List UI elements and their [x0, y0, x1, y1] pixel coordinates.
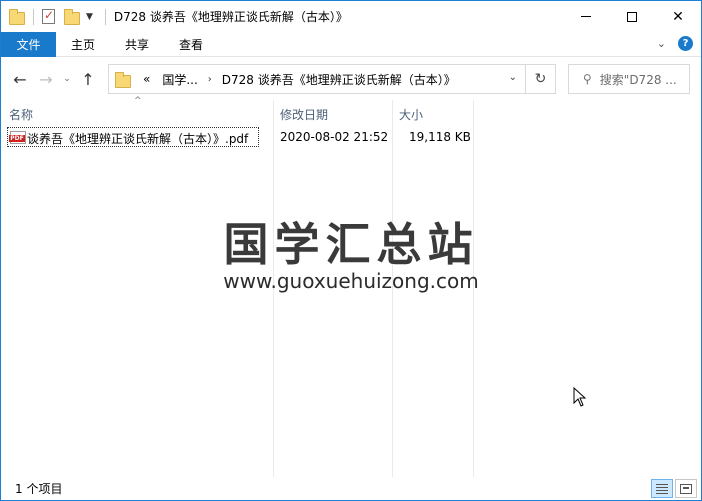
view-switcher	[651, 479, 697, 498]
forward-button[interactable]: →	[33, 64, 59, 94]
mouse-cursor-icon	[573, 387, 587, 407]
forward-arrow-icon: →	[39, 69, 53, 89]
window-controls: ✕	[563, 1, 701, 32]
toolbar-divider	[104, 8, 106, 25]
properties-icon[interactable]	[42, 8, 58, 25]
column-header-name[interactable]: 名称	[9, 106, 33, 123]
file-name[interactable]: 谈养吾《地理辨正谈氏新解（古本）》.pdf	[27, 130, 248, 147]
watermark-chinese: 国学汇总站	[223, 218, 479, 271]
large-icons-view-button[interactable]	[675, 479, 697, 498]
item-count: 1 个项目	[15, 482, 63, 496]
recent-locations-button[interactable]: ⌄	[59, 64, 75, 94]
details-view-icon	[656, 483, 668, 494]
search-icon: ⚲	[583, 72, 592, 86]
details-view-button[interactable]	[651, 479, 673, 498]
back-arrow-icon: ←	[13, 69, 27, 89]
search-box[interactable]: ⚲ 搜索"D728 ...	[568, 64, 690, 94]
address-bar[interactable]: « 国学... › D728 谈养吾《地理辨正谈氏新解（古本）》 ⌄	[108, 64, 526, 94]
tab-file[interactable]: 文件	[1, 31, 56, 57]
tab-home[interactable]: 主页	[56, 32, 110, 57]
up-button[interactable]: ↑	[75, 64, 101, 94]
large-icons-view-icon	[680, 483, 692, 494]
file-modified: 2020-08-02 21:52	[280, 130, 389, 144]
ribbon-controls: ⌄ ?	[657, 36, 693, 51]
column-headers: ^ 名称 修改日期 大小	[1, 96, 701, 128]
status-bar: 1 个项目	[1, 477, 701, 500]
file-size: 19,118 KB	[409, 130, 471, 144]
close-icon: ✕	[672, 8, 684, 25]
pdf-file-icon: PDF	[9, 131, 26, 144]
minimize-icon	[581, 16, 591, 17]
refresh-icon: ↻	[534, 71, 547, 87]
column-header-modified[interactable]: 修改日期	[280, 106, 328, 123]
close-button[interactable]: ✕	[655, 1, 701, 32]
breadcrumb-overflow[interactable]: «	[131, 72, 156, 86]
tab-share[interactable]: 共享	[110, 32, 164, 57]
breadcrumb-item[interactable]: 国学...	[156, 71, 203, 88]
back-button[interactable]: ←	[7, 64, 33, 94]
new-folder-icon[interactable]	[64, 8, 80, 25]
window-title: D728 谈养吾《地理辨正谈氏新解（古本）》	[113, 10, 348, 24]
breadcrumb-item[interactable]: D728 谈养吾《地理辨正谈氏新解（古本）》	[216, 71, 462, 88]
breadcrumb-separator-icon[interactable]: ›	[204, 74, 216, 85]
explorer-window: ▼ D728 谈养吾《地理辨正谈氏新解（古本）》 ✕ 文件 主页 共享 查看 ⌄…	[0, 0, 702, 501]
folder-icon	[9, 8, 25, 25]
help-icon[interactable]: ?	[678, 36, 693, 51]
sort-ascending-icon: ^	[134, 96, 142, 106]
refresh-button[interactable]: ↻	[526, 64, 556, 94]
maximize-icon	[627, 11, 637, 22]
title-bar: ▼ D728 谈养吾《地理辨正谈氏新解（古本）》 ✕	[1, 1, 701, 32]
search-placeholder: 搜索"D728 ...	[599, 72, 677, 87]
chevron-down-icon: ⌄	[63, 74, 71, 84]
expand-ribbon-chevron-icon[interactable]: ⌄	[657, 37, 666, 50]
minimize-button[interactable]	[563, 1, 609, 32]
customize-toolbar-chevron-icon[interactable]: ▼	[86, 12, 93, 22]
up-arrow-icon: ↑	[81, 69, 95, 89]
tab-view[interactable]: 查看	[164, 32, 218, 57]
quick-access-toolbar: ▼	[1, 1, 114, 32]
watermark-url: www.guoxuehuizong.com	[223, 269, 479, 293]
address-dropdown-chevron-icon[interactable]: ⌄	[509, 72, 517, 83]
navigation-bar: ← → ⌄ ↑ « 国学... › D728 谈养吾《地理辨正谈氏新解（古本）》…	[1, 58, 701, 100]
ribbon-tabs: 文件 主页 共享 查看 ⌄ ?	[1, 31, 701, 57]
toolbar-divider	[33, 8, 34, 25]
maximize-button[interactable]	[609, 1, 655, 32]
folder-icon	[115, 71, 131, 88]
column-header-size[interactable]: 大小	[399, 106, 423, 123]
